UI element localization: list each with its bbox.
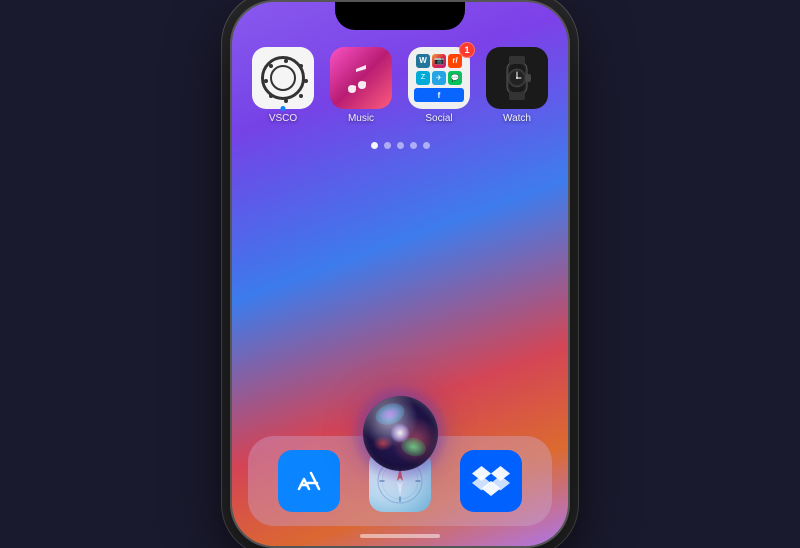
social-mini-telegram: ✈ bbox=[432, 71, 446, 85]
app-icon-wrapper-vsco[interactable]: VSCO bbox=[252, 47, 314, 124]
notch bbox=[335, 2, 465, 30]
music-note-svg bbox=[344, 61, 378, 95]
power-button bbox=[568, 122, 570, 182]
siri-orb[interactable] bbox=[363, 396, 438, 471]
social-mini-reddit: r/ bbox=[448, 54, 462, 68]
dock-item-appstore[interactable] bbox=[278, 450, 340, 512]
siri-red-highlight bbox=[373, 436, 393, 451]
siri-center-glow bbox=[390, 423, 410, 443]
social-icon[interactable]: W 📷 r/ Z ✈ bbox=[408, 47, 470, 109]
page-dot-2 bbox=[384, 142, 391, 149]
app-row-1: VSCO Music bbox=[252, 47, 548, 124]
page-dot-4 bbox=[410, 142, 417, 149]
volume-up-button bbox=[230, 134, 232, 184]
social-badge: 1 bbox=[459, 42, 475, 58]
dropbox-svg bbox=[472, 464, 510, 498]
app-icon-wrapper-social[interactable]: W 📷 r/ Z ✈ bbox=[408, 47, 470, 124]
siri-orb-container[interactable] bbox=[355, 388, 445, 478]
home-indicator bbox=[360, 534, 440, 538]
home-grid: VSCO Music bbox=[232, 47, 568, 155]
page-dot-3 bbox=[397, 142, 404, 149]
music-icon[interactable] bbox=[330, 47, 392, 109]
watch-face-svg bbox=[498, 56, 536, 100]
social-label: Social bbox=[425, 113, 452, 124]
mute-switch bbox=[230, 92, 232, 122]
social-mini-wechat: 💬 bbox=[448, 71, 462, 85]
social-mini-zoom: Z bbox=[416, 71, 430, 85]
vsco-circle-outer bbox=[261, 56, 305, 100]
watch-icon[interactable] bbox=[486, 47, 548, 109]
social-mini-facebook: f bbox=[414, 88, 464, 102]
volume-down-button bbox=[230, 194, 232, 244]
music-label: Music bbox=[348, 113, 374, 124]
watch-label: Watch bbox=[503, 113, 531, 124]
dropbox-icon[interactable] bbox=[460, 450, 522, 512]
vsco-label: VSCO bbox=[269, 113, 297, 124]
page-dots bbox=[371, 142, 430, 149]
page-dot-5 bbox=[423, 142, 430, 149]
app-icon-wrapper-music[interactable]: Music bbox=[330, 47, 392, 124]
iphone-screen: VSCO Music bbox=[232, 2, 568, 546]
vsco-icon[interactable] bbox=[252, 47, 314, 109]
dock-item-dropbox[interactable] bbox=[460, 450, 522, 512]
iphone-frame: VSCO Music bbox=[230, 0, 570, 548]
vsco-indicator-dot bbox=[281, 106, 286, 111]
social-mini-wordpress: W bbox=[416, 54, 430, 68]
phone-container: VSCO Music bbox=[210, 0, 590, 548]
vsco-gear-svg bbox=[262, 57, 310, 105]
appstore-icon[interactable] bbox=[278, 450, 340, 512]
page-dot-1 bbox=[371, 142, 378, 149]
appstore-svg bbox=[291, 463, 327, 499]
social-mini-instagram: 📷 bbox=[432, 54, 446, 68]
app-icon-wrapper-watch[interactable]: Watch bbox=[486, 47, 548, 124]
